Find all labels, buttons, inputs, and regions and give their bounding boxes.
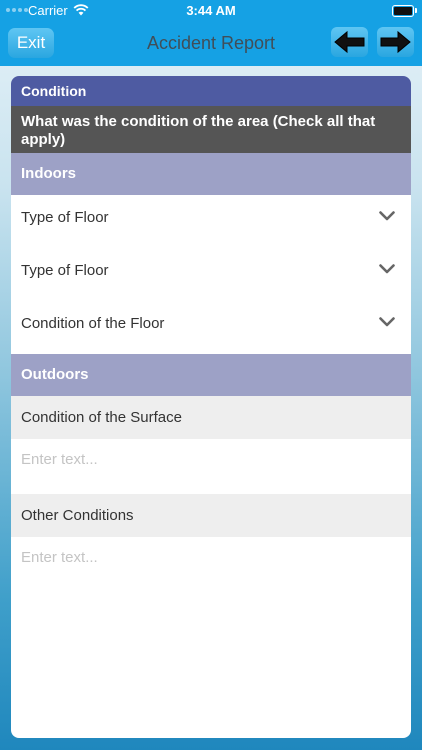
- status-bar: Carrier 3:44 AM: [0, 0, 422, 22]
- chevron-down-icon: [379, 317, 395, 327]
- indoors-list: Type of Floor Type of Floor Condition of…: [11, 195, 411, 354]
- condition-card: Condition What was the condition of the …: [11, 76, 411, 738]
- dropdown-condition-of-floor[interactable]: Condition of the Floor: [11, 301, 411, 354]
- chevron-down-icon: [379, 264, 395, 274]
- section-title: Condition: [11, 76, 411, 106]
- dropdown-type-of-floor-2[interactable]: Type of Floor: [11, 248, 411, 301]
- indoors-header: Indoors: [11, 153, 411, 195]
- dropdown-type-of-floor-1[interactable]: Type of Floor: [11, 195, 411, 248]
- previous-button[interactable]: [331, 27, 368, 57]
- dropdown-label: Condition of the Floor: [21, 315, 165, 332]
- arrow-left-icon: [334, 30, 365, 54]
- dropdown-label: Type of Floor: [21, 262, 109, 279]
- surface-condition-input[interactable]: [11, 439, 411, 494]
- clock: 3:44 AM: [186, 3, 236, 18]
- other-conditions-label: Other Conditions: [11, 494, 411, 537]
- battery-icon: [392, 5, 417, 17]
- nav-bar: Exit Accident Report: [0, 22, 422, 66]
- outdoors-header: Outdoors: [11, 354, 411, 396]
- other-conditions-input[interactable]: [11, 537, 411, 727]
- arrow-right-icon: [380, 30, 411, 54]
- dropdown-label: Type of Floor: [21, 209, 109, 226]
- question-text: What was the condition of the area (Chec…: [11, 106, 411, 153]
- surface-condition-label: Condition of the Surface: [11, 396, 411, 439]
- next-button[interactable]: [377, 27, 414, 57]
- chevron-down-icon: [379, 211, 395, 221]
